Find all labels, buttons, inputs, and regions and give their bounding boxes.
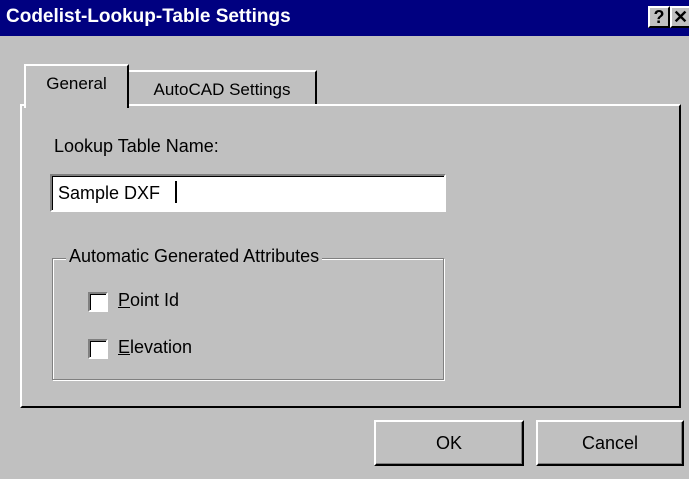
cancel-button[interactable]: Cancel [536, 420, 684, 466]
help-icon: ? [653, 7, 665, 27]
tab-general-label: General [46, 74, 107, 93]
elevation-label-rest: levation [130, 337, 193, 357]
close-button[interactable]: ✕ [670, 6, 689, 28]
point-id-label-rest: oint Id [130, 290, 180, 310]
elevation-checkbox[interactable] [88, 339, 108, 359]
lookup-table-name-input[interactable] [50, 174, 446, 212]
text-caret [175, 181, 177, 203]
settings-dialog: Codelist-Lookup-Table Settings ? ✕ Gener… [0, 0, 689, 479]
window-title: Codelist-Lookup-Table Settings [6, 6, 291, 27]
point-id-label[interactable]: Point Id [118, 290, 179, 311]
point-id-checkbox[interactable] [88, 292, 108, 312]
attributes-group-title: Automatic Generated Attributes [66, 246, 323, 267]
tab-autocad-settings-label: AutoCAD Settings [153, 80, 291, 99]
attributes-groupbox [52, 258, 444, 380]
lookup-table-name-label: Lookup Table Name: [54, 136, 219, 156]
elevation-mnemonic: E [118, 337, 131, 357]
ok-button[interactable]: OK [374, 420, 524, 466]
tab-general[interactable]: General [24, 64, 129, 108]
close-icon: ✕ [672, 7, 689, 27]
title-bar[interactable]: Codelist-Lookup-Table Settings ? ✕ [0, 0, 689, 36]
point-id-mnemonic: P [118, 290, 131, 310]
help-button[interactable]: ? [648, 6, 670, 28]
elevation-label[interactable]: Elevation [118, 337, 192, 358]
tab-autocad-settings[interactable]: AutoCAD Settings [129, 70, 317, 106]
